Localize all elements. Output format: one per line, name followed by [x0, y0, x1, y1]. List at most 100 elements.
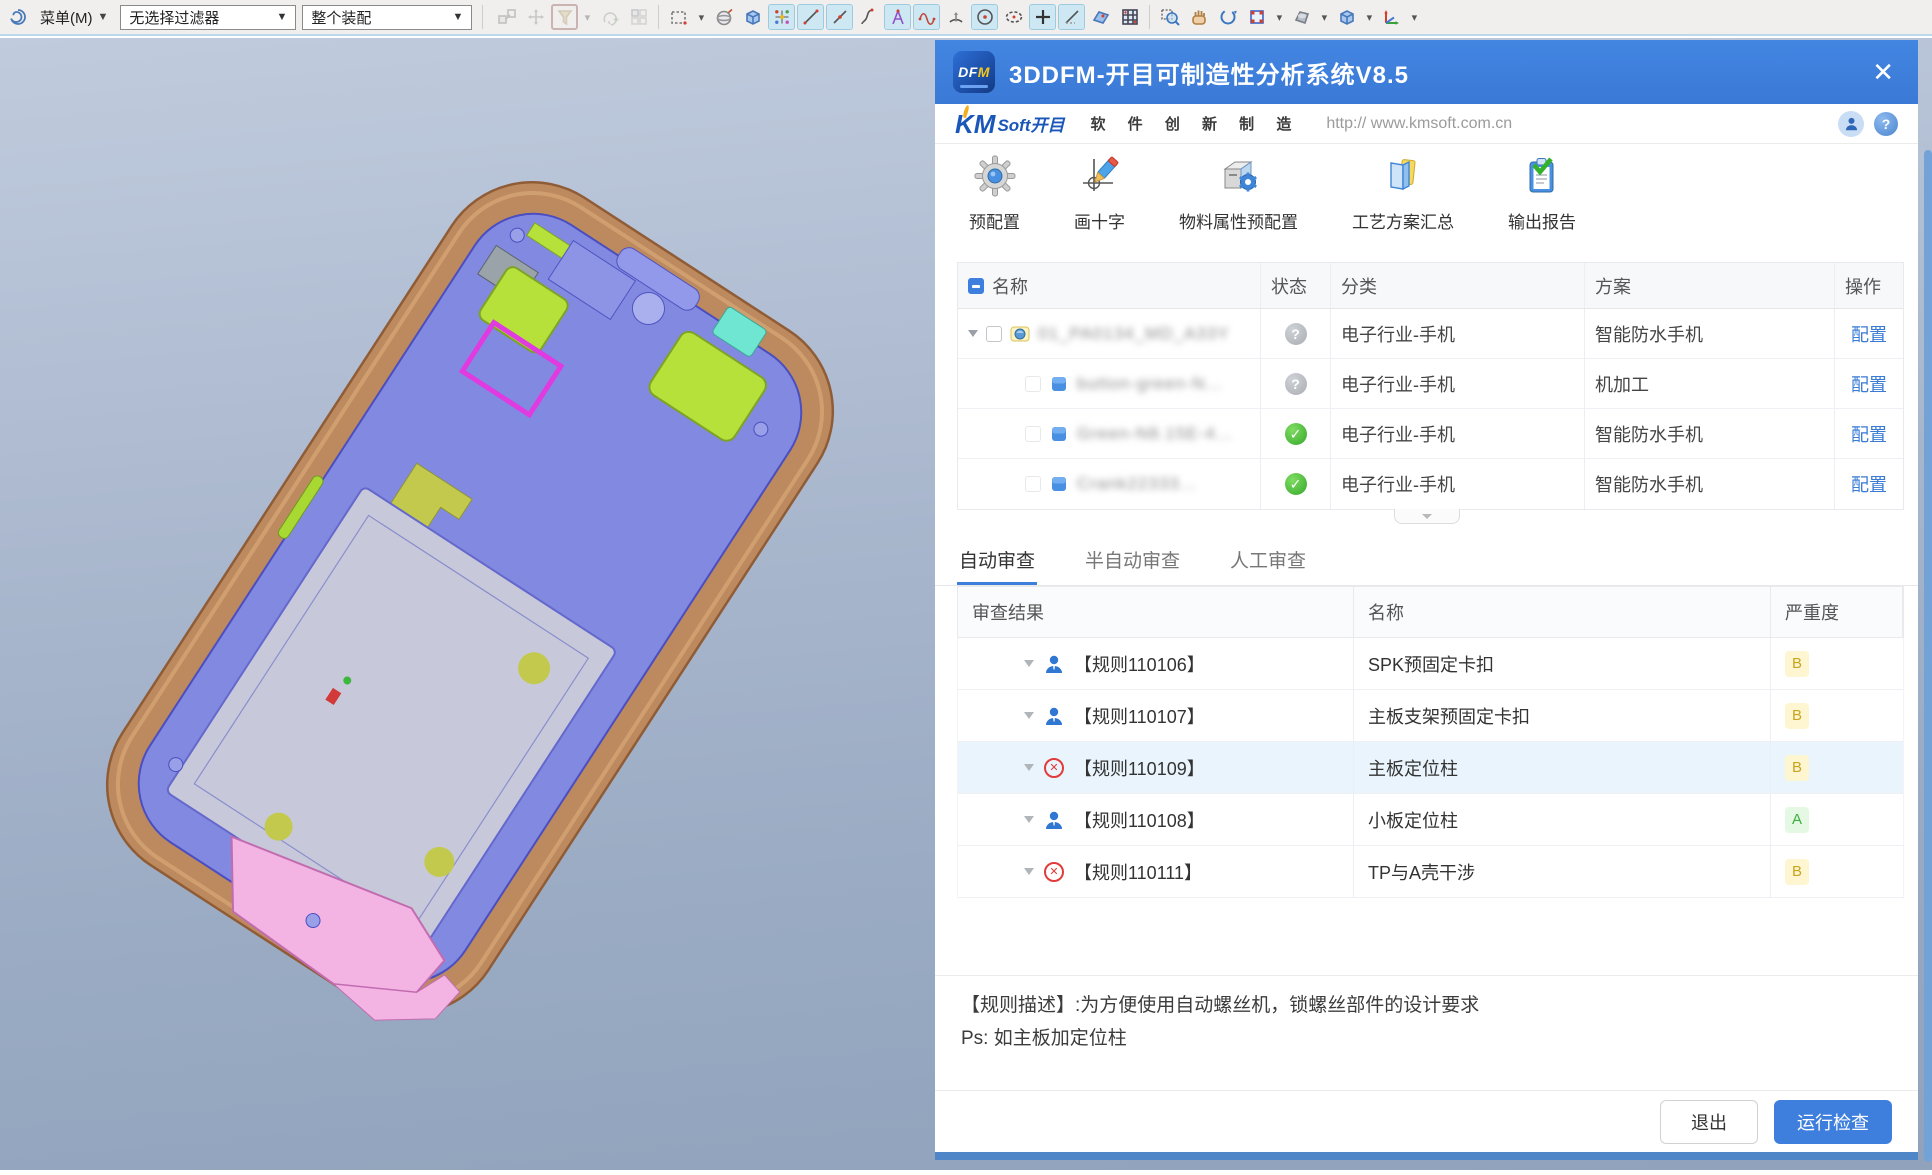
pan-icon[interactable]: [1185, 4, 1212, 30]
cell-rule-name: 小板定位柱: [1354, 794, 1771, 845]
row-checkbox[interactable]: [1025, 426, 1041, 442]
three-point-arc-icon[interactable]: [942, 4, 969, 30]
select-all-checkbox[interactable]: [968, 278, 984, 294]
review-row[interactable]: 【规则110107】主板支架预固定卡扣B: [957, 690, 1904, 742]
selection-scope-select[interactable]: 整个装配 ▼: [302, 5, 472, 30]
csys-triad-caret[interactable]: ▾: [1407, 4, 1421, 30]
user-avatar-icon[interactable]: [1838, 111, 1864, 137]
action-gear[interactable]: 预配置: [969, 155, 1020, 233]
review-row[interactable]: 【规则110108】小板定位柱A: [957, 794, 1904, 846]
row-checkbox[interactable]: [1025, 476, 1041, 492]
action-boxgear[interactable]: 物料属性预配置: [1179, 155, 1298, 233]
configure-link[interactable]: 配置: [1851, 421, 1887, 447]
rule-id: 【规则110108】: [1074, 807, 1205, 833]
col-severity: 严重度: [1771, 587, 1903, 637]
assembly-filter-icon[interactable]: [551, 4, 578, 30]
view-cube-caret[interactable]: ▾: [1362, 4, 1376, 30]
assembly-icon: [1010, 324, 1030, 344]
severity-badge: B: [1785, 755, 1809, 781]
configure-link[interactable]: 配置: [1851, 471, 1887, 497]
zoom-window-icon[interactable]: [1156, 4, 1183, 30]
menu-label: 菜单(M): [40, 7, 93, 28]
line-angle-icon[interactable]: [1058, 4, 1085, 30]
point-icon[interactable]: [1029, 4, 1056, 30]
tab-semi-auto-review[interactable]: 半自动审查: [1083, 536, 1182, 585]
expand-icon[interactable]: [968, 330, 978, 337]
rotate-view-icon[interactable]: [1214, 4, 1241, 30]
review-row[interactable]: 【规则110106】 SPK预固定卡扣 B: [957, 638, 1904, 690]
gear-icon: [974, 155, 1016, 202]
configure-link[interactable]: 配置: [1851, 321, 1887, 347]
expand-icon[interactable]: [1024, 660, 1034, 667]
col-status: 状态: [1261, 263, 1331, 308]
line-icon[interactable]: [797, 4, 824, 30]
part-name: Crank22333...: [1077, 474, 1197, 494]
menu-button[interactable]: 菜单(M) ▼: [34, 5, 114, 30]
pattern-component-icon[interactable]: [625, 4, 652, 30]
csys-triad-icon[interactable]: [1378, 4, 1405, 30]
close-icon[interactable]: ✕: [1866, 59, 1900, 85]
review-row[interactable]: ✕【规则110111】TP与A壳干涉B: [957, 846, 1904, 898]
action-pencil[interactable]: 画十字: [1074, 155, 1125, 233]
assembly-constraints-icon[interactable]: [493, 4, 520, 30]
selection-filter-select[interactable]: 无选择过滤器 ▼: [120, 5, 296, 30]
action-report[interactable]: 输出报告: [1508, 155, 1576, 233]
exit-button[interactable]: 退出: [1660, 1100, 1758, 1144]
status-ok-icon: ✓: [1285, 473, 1307, 495]
expand-icon[interactable]: [1024, 764, 1034, 771]
status-unknown-icon: ?: [1285, 373, 1307, 395]
fit-curve-icon[interactable]: [913, 4, 940, 30]
tab-auto-review[interactable]: 自动审查: [957, 536, 1037, 585]
dialog-titlebar: DFM 3DDFM-开目可制造性分析系统V8.5 ✕: [935, 40, 1918, 104]
render-style-caret[interactable]: ▾: [1317, 4, 1331, 30]
run-check-button[interactable]: 运行检查: [1774, 1100, 1892, 1144]
brand-row: KM Soft开目 软 件 创 新 制 造 http:// www.kmsoft…: [935, 104, 1918, 144]
expand-icon[interactable]: [1024, 868, 1034, 875]
configure-link[interactable]: 配置: [1851, 371, 1887, 397]
point-on-curve-icon[interactable]: [826, 4, 853, 30]
chevron-down-icon: ▼: [453, 11, 464, 23]
remember-constraints-icon[interactable]: [596, 4, 623, 30]
snap-point-icon[interactable]: [768, 4, 795, 30]
studio-spline-icon[interactable]: [884, 4, 911, 30]
tab-manual-review[interactable]: 人工审查: [1228, 536, 1308, 585]
dfm-logo-text: DF: [958, 64, 978, 80]
fit-view-caret[interactable]: ▾: [1272, 4, 1286, 30]
table-row[interactable]: Green-N8.15E-4...✓电子行业-手机智能防水手机配置: [958, 409, 1903, 459]
circle-icon[interactable]: [971, 4, 998, 30]
table-row[interactable]: 01_PA0134_MD_A33Y?电子行业-手机智能防水手机配置: [958, 309, 1903, 359]
cell-name: Green-N8.15E-4...: [958, 409, 1261, 458]
fit-view-icon[interactable]: [1243, 4, 1270, 30]
severity-badge: B: [1785, 651, 1809, 677]
view-cube-icon[interactable]: [1333, 4, 1360, 30]
cell-name: Crank22333...: [958, 459, 1261, 509]
cell-severity: B: [1771, 638, 1903, 689]
expand-icon[interactable]: [1024, 712, 1034, 719]
row-checkbox[interactable]: [1025, 376, 1041, 392]
assembly-filter-caret[interactable]: ▾: [580, 4, 594, 30]
panel-scrollbar[interactable]: [1924, 150, 1932, 1162]
move-component-icon[interactable]: [522, 4, 549, 30]
cell-name: 01_PA0134_MD_A33Y: [958, 309, 1261, 358]
collapse-handle[interactable]: [1394, 509, 1460, 524]
rule-id: 【规则110106】: [1074, 651, 1205, 677]
col-rule-name: 名称: [1354, 587, 1771, 637]
select-rectangle-icon[interactable]: [665, 4, 692, 30]
select-rectangle-caret[interactable]: ▾: [694, 4, 708, 30]
expand-icon[interactable]: [1024, 816, 1034, 823]
datum-grid-icon[interactable]: [1116, 4, 1143, 30]
table-row[interactable]: button-green-N...?电子行业-手机机加工配置: [958, 359, 1903, 409]
render-style-icon[interactable]: [1288, 4, 1315, 30]
ellipse-icon[interactable]: [1000, 4, 1027, 30]
cell-rule-name: SPK预固定卡扣: [1354, 638, 1771, 689]
review-row[interactable]: ✕【规则110109】主板定位柱B: [957, 742, 1904, 794]
view-sphere-icon[interactable]: [710, 4, 737, 30]
dfm-logo-icon: DFM: [953, 51, 995, 93]
face-icon[interactable]: [1087, 4, 1114, 30]
help-icon[interactable]: ?: [1874, 112, 1898, 136]
table-row[interactable]: Crank22333...✓电子行业-手机智能防水手机配置: [958, 459, 1903, 509]
row-checkbox[interactable]: [986, 326, 1002, 342]
bridge-curve-icon[interactable]: [855, 4, 882, 30]
action-books[interactable]: 工艺方案汇总: [1352, 155, 1454, 233]
solid-cube-icon[interactable]: [739, 4, 766, 30]
